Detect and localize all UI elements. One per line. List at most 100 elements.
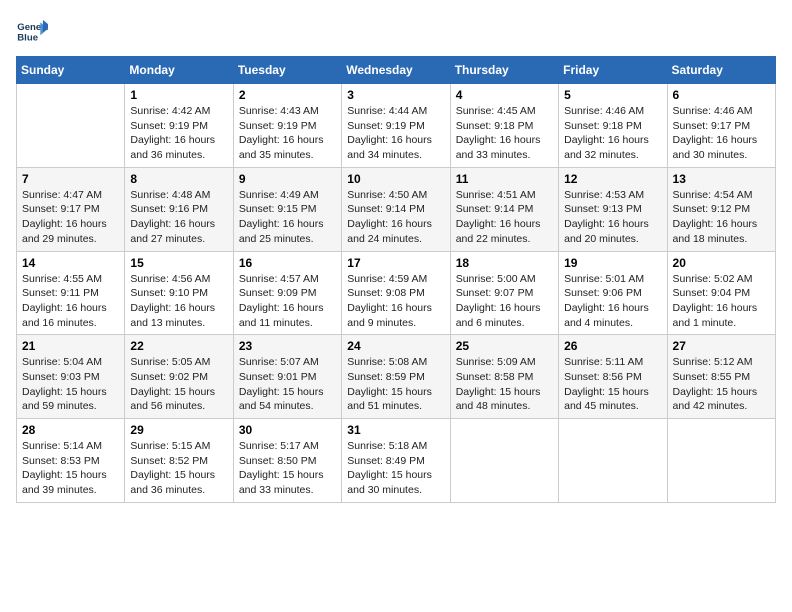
- calendar-cell: 23 Sunrise: 5:07 AM Sunset: 9:01 PM Dayli…: [233, 335, 341, 419]
- calendar-cell: 21Sunrise: 5:04 AM Sunset: 9:03 PM Dayli…: [17, 335, 125, 419]
- day-number: 30: [239, 423, 336, 437]
- day-number: 6: [673, 88, 770, 102]
- day-number: 7: [22, 172, 119, 186]
- day-number: 9: [239, 172, 336, 186]
- column-header-monday: Monday: [125, 57, 233, 84]
- svg-text:Blue: Blue: [17, 32, 38, 43]
- page-header: General Blue: [16, 16, 776, 48]
- week-row-1: 1 Sunrise: 4:42 AM Sunset: 9:19 PM Daylig…: [17, 84, 776, 168]
- calendar-cell: 18 Sunrise: 5:00 AM Sunset: 9:07 PM Dayli…: [450, 251, 558, 335]
- calendar-cell: 25 Sunrise: 5:09 AM Sunset: 8:58 PM Dayli…: [450, 335, 558, 419]
- calendar-cell: 7 Sunrise: 4:47 AM Sunset: 9:17 PM Daylig…: [17, 167, 125, 251]
- day-info: Sunrise: 5:18 AM Sunset: 8:49 PM Dayligh…: [347, 439, 444, 498]
- calendar-cell: 14 Sunrise: 4:55 AM Sunset: 9:11 PM Dayli…: [17, 251, 125, 335]
- calendar-cell: 3Sunrise: 4:44 AM Sunset: 9:19 PM Daylig…: [342, 84, 450, 168]
- calendar-cell: 11 Sunrise: 4:51 AM Sunset: 9:14 PM Dayli…: [450, 167, 558, 251]
- day-number: 3: [347, 88, 444, 102]
- day-number: 29: [130, 423, 227, 437]
- day-info: Sunrise: 4:57 AM Sunset: 9:09 PM Dayligh…: [239, 272, 336, 331]
- day-number: 13: [673, 172, 770, 186]
- day-info: Sunrise: 4:53 AM Sunset: 9:13 PM Dayligh…: [564, 188, 661, 247]
- calendar-cell: 10Sunrise: 4:50 AM Sunset: 9:14 PM Dayli…: [342, 167, 450, 251]
- day-number: 22: [130, 339, 227, 353]
- day-number: 11: [456, 172, 553, 186]
- calendar-cell: 28 Sunrise: 5:14 AM Sunset: 8:53 PM Dayli…: [17, 419, 125, 503]
- calendar-cell: 8 Sunrise: 4:48 AM Sunset: 9:16 PM Daylig…: [125, 167, 233, 251]
- column-header-sunday: Sunday: [17, 57, 125, 84]
- calendar-cell: 15 Sunrise: 4:56 AM Sunset: 9:10 PM Dayli…: [125, 251, 233, 335]
- day-number: 23: [239, 339, 336, 353]
- day-number: 14: [22, 256, 119, 270]
- day-info: Sunrise: 5:12 AM Sunset: 8:55 PM Dayligh…: [673, 355, 770, 414]
- day-info: Sunrise: 5:02 AM Sunset: 9:04 PM Dayligh…: [673, 272, 770, 331]
- calendar-cell: 16 Sunrise: 4:57 AM Sunset: 9:09 PM Dayli…: [233, 251, 341, 335]
- column-header-thursday: Thursday: [450, 57, 558, 84]
- calendar-body: 1 Sunrise: 4:42 AM Sunset: 9:19 PM Daylig…: [17, 84, 776, 503]
- calendar-cell: 1 Sunrise: 4:42 AM Sunset: 9:19 PM Daylig…: [125, 84, 233, 168]
- day-number: 2: [239, 88, 336, 102]
- column-header-wednesday: Wednesday: [342, 57, 450, 84]
- day-number: 1: [130, 88, 227, 102]
- calendar-cell: 19 Sunrise: 5:01 AM Sunset: 9:06 PM Dayli…: [559, 251, 667, 335]
- calendar-cell: 26Sunrise: 5:11 AM Sunset: 8:56 PM Dayli…: [559, 335, 667, 419]
- day-info: Sunrise: 4:54 AM Sunset: 9:12 PM Dayligh…: [673, 188, 770, 247]
- calendar-cell: [667, 419, 775, 503]
- day-number: 17: [347, 256, 444, 270]
- day-number: 8: [130, 172, 227, 186]
- day-info: Sunrise: 4:48 AM Sunset: 9:16 PM Dayligh…: [130, 188, 227, 247]
- column-header-tuesday: Tuesday: [233, 57, 341, 84]
- day-info: Sunrise: 4:59 AM Sunset: 9:08 PM Dayligh…: [347, 272, 444, 331]
- column-header-saturday: Saturday: [667, 57, 775, 84]
- day-info: Sunrise: 4:43 AM Sunset: 9:19 PM Dayligh…: [239, 104, 336, 163]
- day-info: Sunrise: 5:09 AM Sunset: 8:58 PM Dayligh…: [456, 355, 553, 414]
- day-info: Sunrise: 4:49 AM Sunset: 9:15 PM Dayligh…: [239, 188, 336, 247]
- calendar-cell: 17 Sunrise: 4:59 AM Sunset: 9:08 PM Dayli…: [342, 251, 450, 335]
- calendar-cell: 27Sunrise: 5:12 AM Sunset: 8:55 PM Dayli…: [667, 335, 775, 419]
- day-info: Sunrise: 4:42 AM Sunset: 9:19 PM Dayligh…: [130, 104, 227, 163]
- calendar-table: SundayMondayTuesdayWednesdayThursdayFrid…: [16, 56, 776, 503]
- day-number: 15: [130, 256, 227, 270]
- day-info: Sunrise: 5:05 AM Sunset: 9:02 PM Dayligh…: [130, 355, 227, 414]
- day-info: Sunrise: 5:01 AM Sunset: 9:06 PM Dayligh…: [564, 272, 661, 331]
- calendar-cell: 2 Sunrise: 4:43 AM Sunset: 9:19 PM Daylig…: [233, 84, 341, 168]
- day-number: 21: [22, 339, 119, 353]
- day-number: 26: [564, 339, 661, 353]
- day-number: 16: [239, 256, 336, 270]
- day-info: Sunrise: 4:55 AM Sunset: 9:11 PM Dayligh…: [22, 272, 119, 331]
- calendar-cell: 4 Sunrise: 4:45 AM Sunset: 9:18 PM Daylig…: [450, 84, 558, 168]
- day-info: Sunrise: 5:00 AM Sunset: 9:07 PM Dayligh…: [456, 272, 553, 331]
- day-number: 19: [564, 256, 661, 270]
- day-info: Sunrise: 4:45 AM Sunset: 9:18 PM Dayligh…: [456, 104, 553, 163]
- day-number: 18: [456, 256, 553, 270]
- calendar-cell: 13 Sunrise: 4:54 AM Sunset: 9:12 PM Dayli…: [667, 167, 775, 251]
- day-info: Sunrise: 4:47 AM Sunset: 9:17 PM Dayligh…: [22, 188, 119, 247]
- day-info: Sunrise: 5:14 AM Sunset: 8:53 PM Dayligh…: [22, 439, 119, 498]
- column-header-friday: Friday: [559, 57, 667, 84]
- day-number: 25: [456, 339, 553, 353]
- week-row-4: 21Sunrise: 5:04 AM Sunset: 9:03 PM Dayli…: [17, 335, 776, 419]
- day-info: Sunrise: 5:17 AM Sunset: 8:50 PM Dayligh…: [239, 439, 336, 498]
- week-row-5: 28 Sunrise: 5:14 AM Sunset: 8:53 PM Dayli…: [17, 419, 776, 503]
- calendar-cell: 29 Sunrise: 5:15 AM Sunset: 8:52 PM Dayli…: [125, 419, 233, 503]
- calendar-cell: 30 Sunrise: 5:17 AM Sunset: 8:50 PM Dayli…: [233, 419, 341, 503]
- calendar-cell: 20Sunrise: 5:02 AM Sunset: 9:04 PM Dayli…: [667, 251, 775, 335]
- day-info: Sunrise: 4:56 AM Sunset: 9:10 PM Dayligh…: [130, 272, 227, 331]
- day-number: 24: [347, 339, 444, 353]
- day-info: Sunrise: 5:07 AM Sunset: 9:01 PM Dayligh…: [239, 355, 336, 414]
- day-number: 28: [22, 423, 119, 437]
- calendar-cell: 24 Sunrise: 5:08 AM Sunset: 8:59 PM Dayli…: [342, 335, 450, 419]
- day-info: Sunrise: 5:08 AM Sunset: 8:59 PM Dayligh…: [347, 355, 444, 414]
- calendar-cell: 22 Sunrise: 5:05 AM Sunset: 9:02 PM Dayli…: [125, 335, 233, 419]
- calendar-cell: 6 Sunrise: 4:46 AM Sunset: 9:17 PM Daylig…: [667, 84, 775, 168]
- day-info: Sunrise: 4:46 AM Sunset: 9:18 PM Dayligh…: [564, 104, 661, 163]
- calendar-cell: 9 Sunrise: 4:49 AM Sunset: 9:15 PM Daylig…: [233, 167, 341, 251]
- day-number: 4: [456, 88, 553, 102]
- day-info: Sunrise: 4:51 AM Sunset: 9:14 PM Dayligh…: [456, 188, 553, 247]
- day-number: 31: [347, 423, 444, 437]
- day-info: Sunrise: 4:46 AM Sunset: 9:17 PM Dayligh…: [673, 104, 770, 163]
- calendar-cell: 31 Sunrise: 5:18 AM Sunset: 8:49 PM Dayli…: [342, 419, 450, 503]
- day-info: Sunrise: 5:15 AM Sunset: 8:52 PM Dayligh…: [130, 439, 227, 498]
- day-number: 5: [564, 88, 661, 102]
- calendar-header: SundayMondayTuesdayWednesdayThursdayFrid…: [17, 57, 776, 84]
- week-row-2: 7 Sunrise: 4:47 AM Sunset: 9:17 PM Daylig…: [17, 167, 776, 251]
